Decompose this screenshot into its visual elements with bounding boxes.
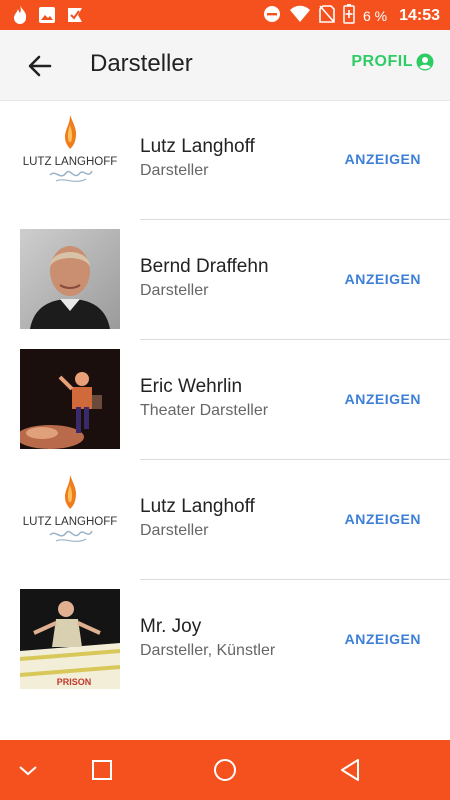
wifi-icon xyxy=(289,5,311,27)
account-circle-icon xyxy=(416,53,434,71)
performer-list: LUTZ LANGHOFF Lutz Langhoff Darsteller A… xyxy=(0,100,450,700)
performer-name: Lutz Langhoff xyxy=(140,136,255,157)
triangle-back-icon xyxy=(341,759,359,781)
performer-name: Lutz Langhoff xyxy=(140,496,255,517)
profile-button[interactable]: PROFIL xyxy=(351,53,434,71)
performer-role: Theater Darsteller xyxy=(140,402,269,419)
circle-icon xyxy=(214,759,236,781)
performer-photo xyxy=(20,229,120,329)
status-bar: 6 % 14:53 xyxy=(0,0,450,30)
no-sim-icon xyxy=(319,5,335,27)
list-item[interactable]: LUTZ LANGHOFF Lutz Langhoff Darsteller A… xyxy=(0,460,450,580)
page-title: Darsteller xyxy=(90,50,193,77)
arrow-left-icon xyxy=(28,55,52,77)
check-flag-icon xyxy=(66,6,84,29)
battery-icon xyxy=(343,4,355,28)
navigation-bar xyxy=(0,740,450,800)
list-item[interactable]: Eric Wehrlin Theater Darsteller ANZEIGEN xyxy=(0,340,450,460)
performer-role: Darsteller xyxy=(140,522,209,539)
performer-logo: LUTZ LANGHOFF xyxy=(20,469,120,569)
svg-text:PRISON: PRISON xyxy=(57,677,92,687)
do-not-disturb-icon xyxy=(263,5,281,27)
app-bar: Darsteller PROFIL xyxy=(0,30,450,101)
show-button[interactable]: ANZEIGEN xyxy=(345,511,421,527)
back-button[interactable] xyxy=(26,52,54,80)
svg-text:LUTZ LANGHOFF: LUTZ LANGHOFF xyxy=(23,156,118,168)
show-button[interactable]: ANZEIGEN xyxy=(345,631,421,647)
performer-role: Darsteller xyxy=(140,162,209,179)
show-button[interactable]: ANZEIGEN xyxy=(345,391,421,407)
profile-label: PROFIL xyxy=(351,53,413,70)
performer-name: Eric Wehrlin xyxy=(140,376,243,397)
show-button[interactable]: ANZEIGEN xyxy=(345,151,421,167)
nav-down-button[interactable] xyxy=(14,756,42,784)
list-item[interactable]: LUTZ LANGHOFF Lutz Langhoff Darsteller A… xyxy=(0,100,450,220)
fire-icon xyxy=(12,5,28,30)
performer-name: Bernd Draffehn xyxy=(140,256,269,277)
list-item[interactable]: Bernd Draffehn Darsteller ANZEIGEN xyxy=(0,220,450,340)
nav-home-button[interactable] xyxy=(211,756,239,784)
image-icon xyxy=(38,6,56,29)
show-button[interactable]: ANZEIGEN xyxy=(345,271,421,287)
nav-recents-button[interactable] xyxy=(88,756,116,784)
performer-logo: LUTZ LANGHOFF xyxy=(20,109,120,209)
performer-name: Mr. Joy xyxy=(140,616,202,637)
clock: 14:53 xyxy=(399,7,440,24)
performer-role: Darsteller xyxy=(140,282,209,299)
battery-percent: 6 % xyxy=(362,8,388,24)
list-item[interactable]: PRISON Mr. Joy Darsteller, Künstler ANZE… xyxy=(0,580,450,700)
nav-back-button[interactable] xyxy=(336,756,364,784)
square-icon xyxy=(92,760,112,780)
performer-photo: PRISON xyxy=(20,589,120,689)
chevron-down-icon xyxy=(19,766,37,776)
svg-text:LUTZ LANGHOFF: LUTZ LANGHOFF xyxy=(23,516,118,528)
performer-role: Darsteller, Künstler xyxy=(140,642,276,659)
performer-photo xyxy=(20,349,120,449)
